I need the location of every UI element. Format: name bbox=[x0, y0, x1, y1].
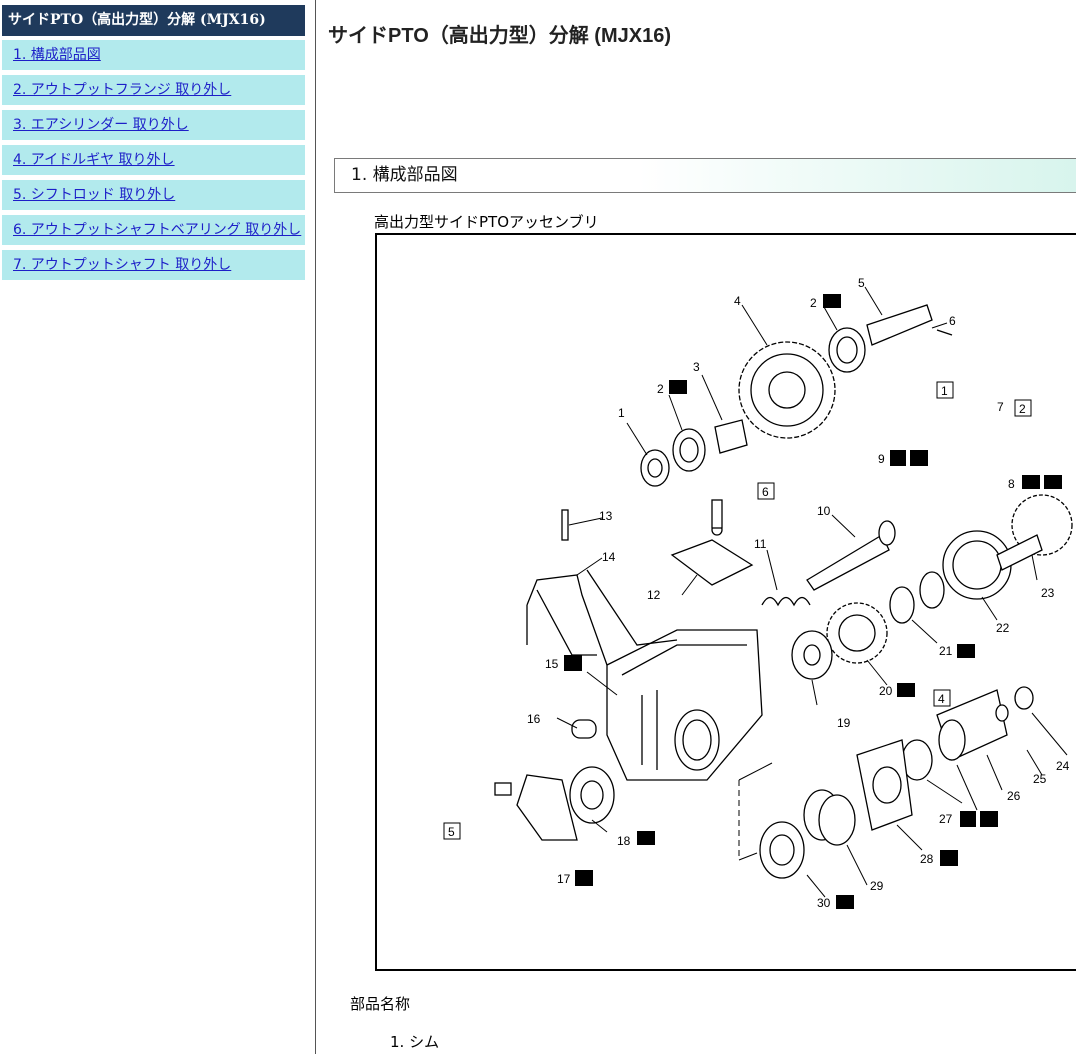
do-not-reuse-icon bbox=[890, 450, 906, 466]
part-label: 13 bbox=[599, 509, 613, 523]
sidebar-link[interactable]: 4. アイドルギヤ 取り外し bbox=[13, 152, 175, 168]
main-content: サイドPTO（高出力型）分解 (MJX16) 1. 構成部品図 高出力型サイドP… bbox=[316, 0, 1076, 1054]
grease-icon bbox=[1044, 475, 1062, 489]
part-label: 7 bbox=[997, 400, 1004, 414]
part-label: 10 bbox=[817, 504, 831, 518]
part-label: 3 bbox=[693, 360, 700, 374]
do-not-reuse-icon bbox=[960, 811, 976, 827]
sealant-icon bbox=[980, 811, 998, 827]
grease-icon bbox=[1022, 475, 1040, 489]
section-heading: 1. 構成部品図 bbox=[334, 158, 1076, 193]
shift-fork-drawing bbox=[526, 574, 608, 666]
part-label: 6 bbox=[949, 314, 956, 328]
part-label: 27 bbox=[939, 812, 953, 826]
exploded-parts-diagram: 1 2 3 4 2 5 6 7 8 9 10 11 12 13 14 15 16… bbox=[375, 233, 1076, 971]
sidebar-link[interactable]: 1. 構成部品図 bbox=[13, 47, 101, 63]
shift-rod-drawing bbox=[806, 534, 890, 591]
grease-icon bbox=[940, 850, 958, 866]
part-label: 16 bbox=[527, 712, 541, 726]
ref-label: 1 bbox=[941, 384, 948, 398]
part-label: 17 bbox=[557, 872, 571, 886]
page-title: サイドPTO（高出力型）分解 (MJX16) bbox=[328, 25, 671, 47]
part-label: 8 bbox=[1008, 477, 1015, 491]
part-label: 23 bbox=[1041, 586, 1055, 600]
ref-label: 5 bbox=[448, 825, 455, 839]
parts-heading: 部品名称 bbox=[350, 995, 411, 1013]
ref-label: 6 bbox=[762, 485, 769, 499]
part-label: 5 bbox=[858, 276, 865, 290]
sidebar-link[interactable]: 3. エアシリンダー 取り外し bbox=[13, 117, 189, 133]
sidebar-item-components[interactable]: 1. 構成部品図 bbox=[2, 40, 305, 70]
part-label: 2 bbox=[657, 382, 664, 396]
part-label: 2 bbox=[810, 296, 817, 310]
part-label: 4 bbox=[734, 294, 741, 308]
part-label: 1 bbox=[618, 406, 625, 420]
cover-plate-drawing bbox=[670, 539, 754, 586]
sidebar-link[interactable]: 6. アウトプットシャフトベアリング 取り外し bbox=[13, 222, 301, 238]
sidebar-link[interactable]: 2. アウトプットフランジ 取り外し bbox=[13, 82, 231, 98]
part-label: 15 bbox=[545, 657, 559, 671]
oil-can-icon bbox=[669, 380, 687, 394]
sidebar-item-air-cylinder[interactable]: 3. エアシリンダー 取り外し bbox=[2, 110, 305, 140]
part-item: 1. シム bbox=[390, 1033, 440, 1051]
figure-caption: 高出力型サイドPTOアッセンブリ bbox=[374, 213, 599, 231]
diagram-canvas: 1 2 3 4 2 5 6 7 8 9 10 11 12 13 14 15 16… bbox=[443, 276, 1073, 910]
oil-can-icon bbox=[637, 831, 655, 845]
sealant-icon bbox=[910, 450, 928, 466]
part-label: 21 bbox=[939, 644, 953, 658]
sidebar-item-shift-rod[interactable]: 5. シフトロッド 取り外し bbox=[2, 180, 305, 210]
part-label: 24 bbox=[1056, 759, 1070, 773]
sidebar-title: サイドPTO（高出力型）分解 (MJX16) bbox=[2, 5, 305, 36]
part-label: 9 bbox=[878, 452, 885, 466]
part-label: 19 bbox=[837, 716, 851, 730]
part-label: 11 bbox=[754, 537, 767, 551]
part-label: 14 bbox=[602, 550, 616, 564]
sidebar-link[interactable]: 5. シフトロッド 取り外し bbox=[13, 187, 175, 203]
oil-can-icon bbox=[897, 683, 915, 697]
part-label: 30 bbox=[817, 896, 831, 910]
sidebar-item-idle-gear[interactable]: 4. アイドルギヤ 取り外し bbox=[2, 145, 305, 175]
parts-list: 1. シム bbox=[390, 1031, 439, 1052]
ref-label: 4 bbox=[938, 692, 945, 706]
part-label: 25 bbox=[1033, 772, 1047, 786]
oil-can-icon bbox=[823, 294, 841, 308]
sidebar-item-output-flange[interactable]: 2. アウトプットフランジ 取り外し bbox=[2, 75, 305, 105]
ref-label: 2 bbox=[1019, 402, 1026, 416]
part-label: 12 bbox=[647, 588, 661, 602]
part-label: 22 bbox=[996, 621, 1010, 635]
grease-icon bbox=[564, 655, 582, 671]
part-label: 29 bbox=[870, 879, 884, 893]
grease-icon bbox=[575, 870, 593, 886]
part-label: 26 bbox=[1007, 789, 1021, 803]
sidebar-item-shaft-bearing[interactable]: 6. アウトプットシャフトベアリング 取り外し bbox=[2, 215, 305, 245]
sidebar-link[interactable]: 7. アウトプットシャフト 取り外し bbox=[13, 257, 231, 273]
oil-can-icon bbox=[836, 895, 854, 909]
oil-can-icon bbox=[957, 644, 975, 658]
sidebar-item-output-shaft[interactable]: 7. アウトプットシャフト 取り外し bbox=[2, 250, 305, 280]
part-label: 28 bbox=[920, 852, 934, 866]
part-label: 20 bbox=[879, 684, 893, 698]
part-label: 18 bbox=[617, 834, 631, 848]
sidebar-nav: サイドPTO（高出力型）分解 (MJX16) 1. 構成部品図 2. アウトプッ… bbox=[0, 0, 307, 1054]
